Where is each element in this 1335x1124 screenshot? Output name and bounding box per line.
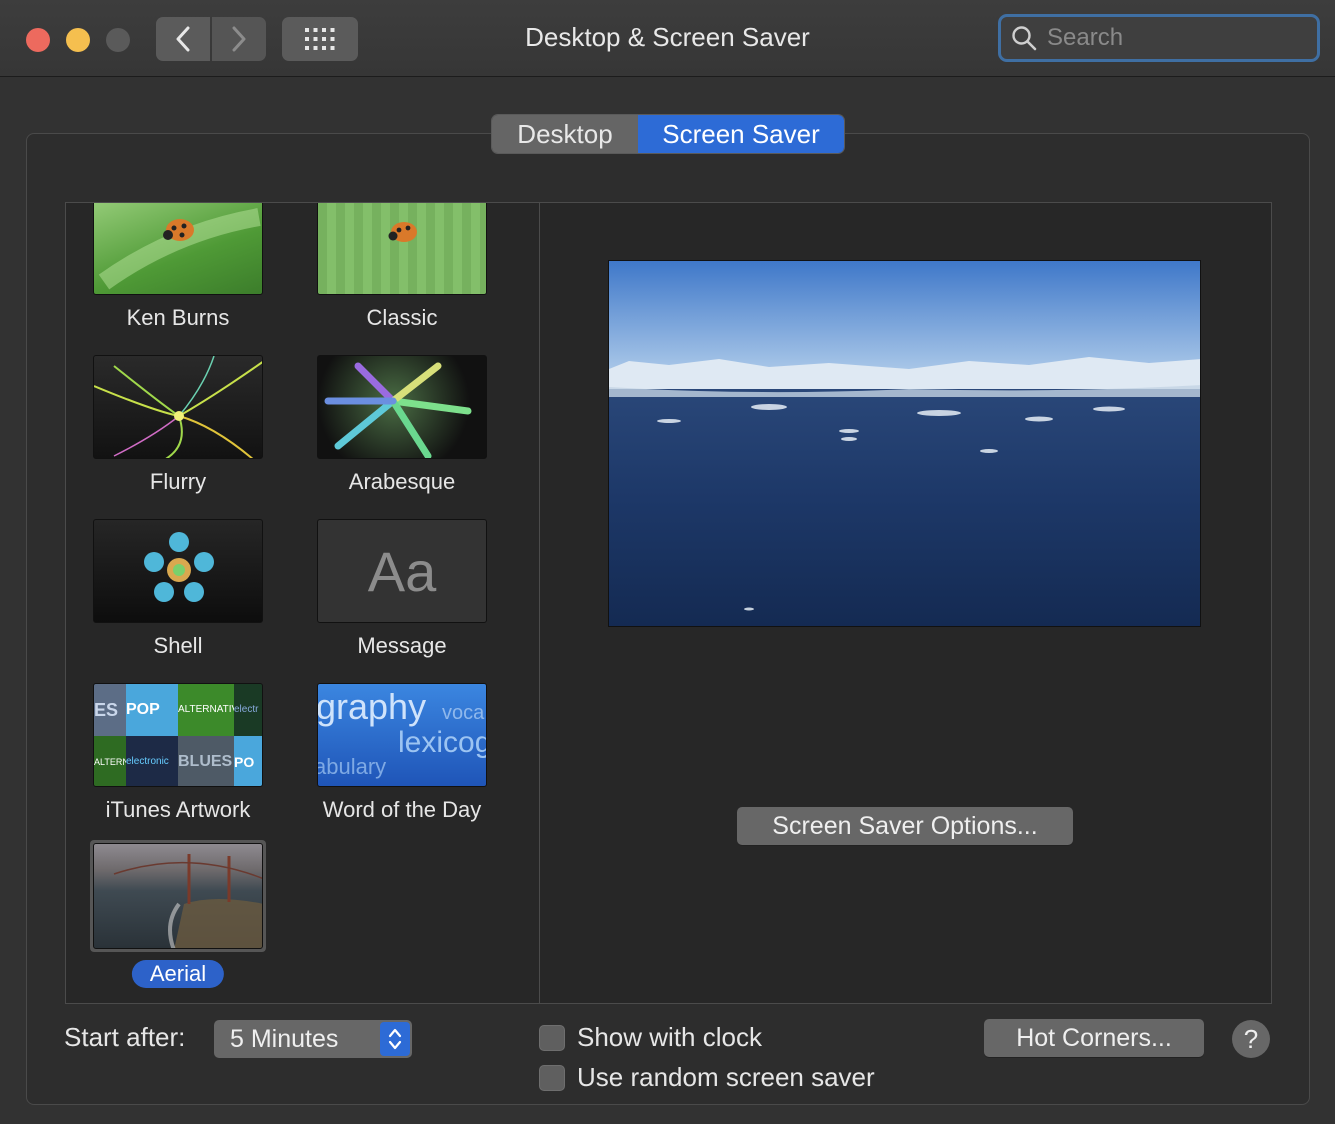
show-with-clock-option[interactable]: Show with clock [539,1022,762,1053]
search-input[interactable] [1045,23,1299,53]
message-thumbnail[interactable]: Aa [317,519,487,623]
start-after-value: 5 Minutes [230,1024,339,1053]
itunes-tile: ALTERNATIVE [94,736,154,786]
saver-label-word-of-the-day: Word of the Day [322,797,482,822]
flurry-thumbnail[interactable] [93,355,263,459]
tab-desktop[interactable]: Desktop [492,115,638,153]
show-with-clock-checkbox[interactable] [539,1024,565,1051]
shell-thumbnail[interactable] [93,519,263,623]
ladybug-forest-thumbnail[interactable] [317,203,487,295]
itunes-tile: PO [234,736,262,786]
screen-saver-preview [608,260,1201,627]
tab-bar: Desktop Screen Saver [492,115,844,153]
itunes-artwork-thumbnail[interactable]: ES POP ALTERNATIVE electr ALTERNATIVE el… [93,683,263,787]
aerial-thumbnail[interactable] [93,843,263,949]
saver-label-shell: Shell [153,633,203,658]
message-glyph: Aa [367,539,437,603]
word-of-day-text: lexicog [398,726,487,759]
screen-saver-list[interactable]: Ken Burns Classic Flurry Arabesque Shell… [65,202,539,1004]
itunes-tile: BLUES [178,736,234,786]
search-icon [1012,26,1037,51]
popup-arrows-icon [380,1022,410,1056]
saver-label-arabesque: Arabesque [348,469,456,494]
word-of-day-text: voca [442,702,485,724]
start-after-label: Start after: [64,1022,186,1052]
ladybug-leaf-thumbnail[interactable] [93,203,263,295]
word-of-day-text: graphy [317,686,427,727]
help-button[interactable]: ? [1232,1020,1270,1058]
itunes-tile: electr [234,684,262,736]
itunes-tile: electronic [126,736,178,786]
random-screen-saver-option[interactable]: Use random screen saver [539,1062,875,1093]
saver-label-itunes-artwork: iTunes Artwork [105,797,251,822]
saver-label-ken-burns: Ken Burns [126,305,230,330]
show-with-clock-label: Show with clock [577,1022,762,1052]
tab-screen-saver[interactable]: Screen Saver [638,115,844,153]
word-of-the-day-thumbnail[interactable]: graphy voca lexicog abulary [317,683,487,787]
search-field[interactable] [998,14,1320,62]
itunes-tile: ES [94,684,126,736]
itunes-tile: POP [126,684,178,736]
random-screen-saver-checkbox[interactable] [539,1064,565,1091]
hot-corners-button[interactable]: Hot Corners... [984,1019,1204,1057]
saver-label-message: Message [357,633,447,658]
saver-label-aerial: Aerial [131,960,225,988]
title-bar: Desktop & Screen Saver [0,0,1335,77]
saver-label-classic: Classic [366,305,438,330]
arabesque-thumbnail[interactable] [317,355,487,459]
start-after-popup[interactable]: 5 Minutes [214,1020,412,1058]
word-of-day-text: abulary [317,754,387,779]
screen-saver-options-button[interactable]: Screen Saver Options... [737,807,1073,845]
saver-label-flurry: Flurry [149,469,207,494]
random-screen-saver-label: Use random screen saver [577,1062,875,1092]
itunes-tile: ALTERNATIVE [178,684,245,736]
